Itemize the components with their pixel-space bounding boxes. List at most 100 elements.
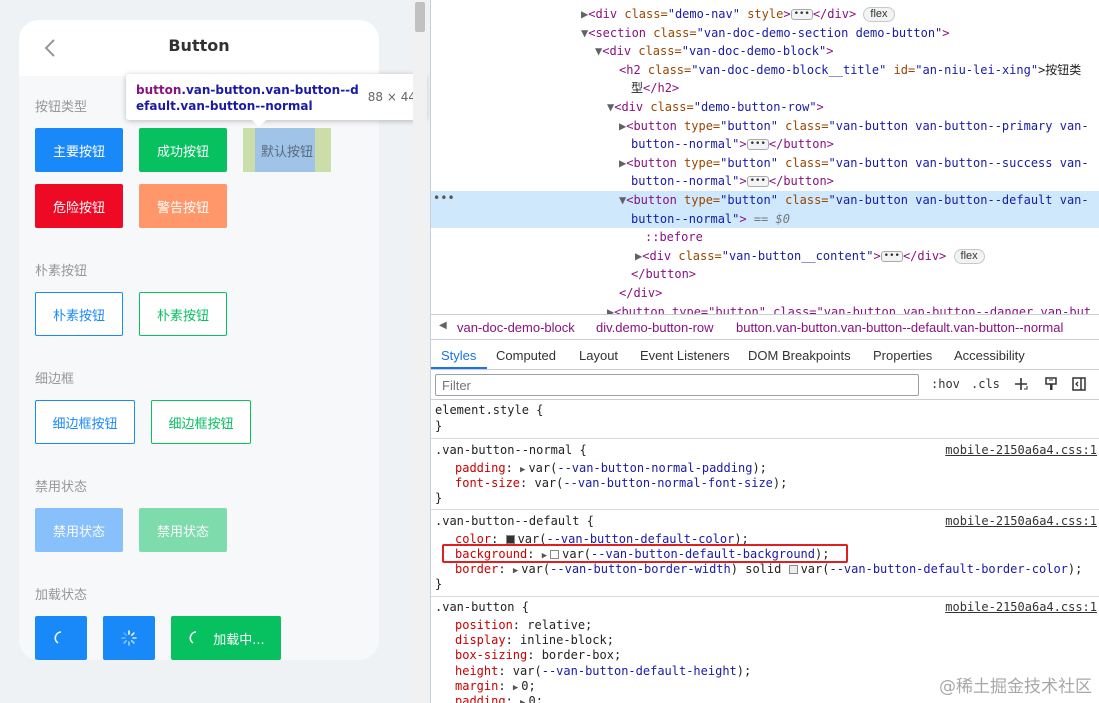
collapsed-dots[interactable]: ••• [746, 139, 769, 151]
dom-node-before[interactable]: ::before [431, 228, 1099, 247]
rule-separator [431, 596, 1099, 597]
rule-brace: } [435, 419, 443, 433]
tab-dom-breakpoints[interactable]: DOM Breakpoints [748, 348, 851, 363]
dom-node-button-success-cont[interactable]: button--normal"> ••• </button> [431, 172, 1099, 191]
tooltip-size: 88 × 44 [367, 90, 416, 104]
css-decl-border[interactable]: border: ▶ var(--van-button-border-width) … [455, 562, 1082, 577]
color-swatch[interactable] [505, 535, 515, 544]
dom-node-demo-nav[interactable]: ▶<div class="demo-nav" style> ••• </div> f… [431, 5, 1099, 24]
row-more-icon[interactable]: ••• [433, 191, 455, 205]
css-decl-padding-2[interactable]: padding: ▶ 0; [455, 694, 543, 703]
dom-node-button-primary-cont[interactable]: button--normal"> ••• </button> [431, 135, 1099, 154]
tooltip-arrow [252, 120, 266, 127]
demo-preview-pane: Button 按钮类型 主要按钮 成功按钮 危险按钮 警告按钮 朴素按钮 朴素按… [0, 0, 430, 703]
loading-button[interactable] [35, 616, 87, 660]
css-decl-display[interactable]: display: inline-block; [455, 633, 614, 648]
loading-spinner-button[interactable] [103, 616, 155, 660]
dom-node-div-close[interactable]: </div> [431, 284, 1099, 303]
tooltip-selector: button.van-button.van-button--default.va… [136, 83, 359, 113]
breadcrumb-item[interactable]: div.demo-button-row [596, 320, 714, 335]
styles-panel-tabs: Styles Computed Layout Event Listeners D… [431, 340, 1099, 370]
tab-styles[interactable]: Styles [441, 348, 476, 363]
hairline-success-button[interactable]: 细边框按钮 [151, 400, 251, 444]
hov-toggle[interactable]: :hov [931, 377, 960, 391]
css-decl-padding[interactable]: padding: ▶ var(--van-button-normal-paddin… [455, 461, 767, 476]
css-decl-box-sizing[interactable]: box-sizing: border-box; [455, 648, 621, 663]
css-decl-position[interactable]: position: relative; [455, 618, 592, 633]
css-decl-height[interactable]: height: var(--van-button-default-height)… [455, 664, 751, 679]
loading-arc-icon [54, 631, 62, 644]
tab-computed[interactable]: Computed [496, 348, 556, 363]
collapsed-dots[interactable]: ••• [790, 9, 813, 20]
section-title-loading: 加载状态 [35, 588, 88, 603]
dom-node-h2[interactable]: <h2 class="van-doc-demo-block__title" id… [431, 61, 1099, 80]
preview-scrollbar[interactable] [413, 0, 427, 703]
css-decl-font-size[interactable]: font-size: var(--van-button-normal-font-… [455, 476, 787, 491]
disabled-success-button[interactable]: 禁用状态 [139, 508, 227, 552]
flex-badge[interactable]: flex [863, 7, 895, 22]
rule-selector-button[interactable]: .van-button { [435, 600, 529, 615]
section-title-plain: 朴素按钮 [35, 264, 88, 279]
dom-node-button-default-cont[interactable]: button--normal"> == $0 [431, 209, 1099, 229]
cls-toggle[interactable]: .cls [971, 377, 1000, 391]
annotation-highlight-box [442, 544, 848, 563]
inspect-tooltip: button.van-button.van-button--default.va… [126, 74, 426, 120]
loading-text-button[interactable]: 加载中... [171, 616, 281, 660]
dom-node-button-close[interactable]: </button> [431, 265, 1099, 284]
css-decl-margin[interactable]: margin: ▶ 0; [455, 679, 536, 694]
add-rule-icon[interactable] [1013, 376, 1029, 392]
success-button[interactable]: 成功按钮 [139, 128, 227, 172]
source-link[interactable]: mobile-2150a6a4.css:1 [945, 443, 1097, 458]
breadcrumb-item-active[interactable]: button.van-button.van-button--default.va… [736, 320, 1063, 335]
dom-node-button-row[interactable]: ▼<div class="demo-button-row"> [431, 98, 1099, 117]
rule-selector-normal[interactable]: .van-button--normal { [435, 443, 587, 458]
dom-node-button-primary[interactable]: ▶<button type="button" class="van-button… [431, 117, 1099, 136]
breadcrumb: ◀ van-doc-demo-block div.demo-button-row… [431, 314, 1099, 340]
section-title-disabled: 禁用状态 [35, 480, 88, 495]
disabled-primary-button[interactable]: 禁用状态 [35, 508, 123, 552]
rule-separator [431, 438, 1099, 439]
section-title-type: 按钮类型 [35, 100, 88, 115]
warning-button[interactable]: 警告按钮 [139, 184, 227, 228]
scrollbar-thumb[interactable] [415, 2, 425, 32]
active-tab-indicator [431, 367, 487, 369]
breadcrumb-left-icon[interactable]: ◀ [439, 320, 447, 331]
dom-node-button-content[interactable]: ▶<div class="van-button__content"> ••• </d… [431, 247, 1099, 266]
dom-node-button-danger[interactable]: ▶<button type="button" class="van-button… [431, 303, 1099, 314]
devtools-panel: ▶<div class="demo-nav" style> ••• </div> f… [430, 0, 1099, 703]
dom-node-demo-block[interactable]: ▼<div class="van-doc-demo-block"> [431, 42, 1099, 61]
rule-selector-default[interactable]: .van-button--default { [435, 514, 594, 529]
dom-node-button-default-selected[interactable]: ▼<button type="button" class="van-button… [431, 191, 1099, 210]
tab-accessibility[interactable]: Accessibility [954, 348, 1025, 363]
default-button[interactable]: 默认按钮 [243, 128, 331, 172]
styles-pane: element.style { } .van-button--normal { … [431, 400, 1099, 703]
rule-element-style[interactable]: element.style { [435, 403, 543, 418]
dom-node-section[interactable]: ▼<section class="van-doc-demo-section de… [431, 24, 1099, 43]
source-link[interactable]: mobile-2150a6a4.css:1 [945, 514, 1097, 529]
danger-button[interactable]: 危险按钮 [35, 184, 123, 228]
hairline-primary-button[interactable]: 细边框按钮 [35, 400, 135, 444]
tab-properties[interactable]: Properties [873, 348, 932, 363]
loading-arc-icon [189, 631, 197, 644]
flex-badge[interactable]: flex [953, 248, 985, 264]
plain-success-button[interactable]: 朴素按钮 [139, 292, 227, 336]
plain-primary-button[interactable]: 朴素按钮 [35, 292, 123, 336]
tab-event-listeners[interactable]: Event Listeners [640, 348, 730, 363]
collapsed-dots[interactable]: ••• [746, 176, 769, 188]
toggle-sidebar-icon[interactable] [1071, 376, 1087, 392]
breadcrumb-item[interactable]: van-doc-demo-block [457, 320, 575, 335]
tab-layout[interactable]: Layout [579, 348, 618, 363]
dom-node-button-success[interactable]: ▶<button type="button" class="van-button… [431, 154, 1099, 173]
paint-brush-icon[interactable] [1043, 376, 1059, 392]
rule-separator [431, 509, 1099, 510]
primary-button[interactable]: 主要按钮 [35, 128, 123, 172]
elements-tree: ▶<div class="demo-nav" style> ••• </div> f… [431, 0, 1099, 314]
color-swatch[interactable] [788, 565, 798, 574]
nav-bar: Button [19, 20, 379, 76]
collapsed-dots[interactable]: ••• [880, 250, 903, 262]
filter-input[interactable] [435, 374, 919, 396]
dom-node-h2-cont[interactable]: 型</h2> [431, 79, 1099, 98]
styles-toolbar: :hov .cls [431, 370, 1099, 400]
source-link[interactable]: mobile-2150a6a4.css:1 [945, 600, 1097, 615]
rule-brace: } [435, 577, 443, 591]
